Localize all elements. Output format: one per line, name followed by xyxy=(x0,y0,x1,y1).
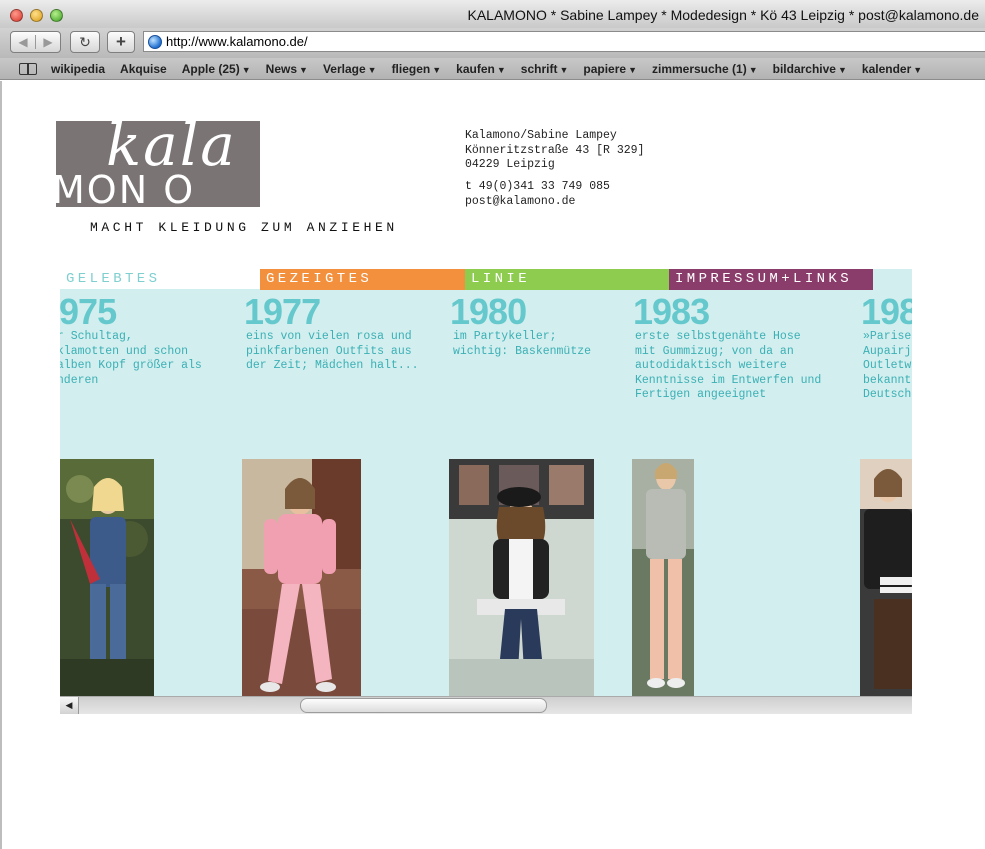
bookmark-label: kaufen xyxy=(456,61,495,76)
forward-arrow-icon[interactable]: ▶ xyxy=(36,35,60,49)
timeline-year: 1975 xyxy=(60,291,117,332)
timeline-year: 198 xyxy=(861,291,912,332)
plus-icon: + xyxy=(116,32,126,51)
bookmark-label: schrift xyxy=(520,61,558,76)
dropdown-arrow-icon: ▼ xyxy=(496,64,506,75)
timeline-description: eins von vielen rosa und pinkfarbenen Ou… xyxy=(246,330,419,372)
reload-icon: ↻ xyxy=(79,33,91,50)
timeline-description: er Schultag, sklamotten und schon halben… xyxy=(60,330,202,387)
bookmarks-book-icon[interactable] xyxy=(19,62,37,75)
browser-toolbar: ◀ ▶ ↻ + http://www.kalamono.de/ xyxy=(0,28,985,58)
bookmark-item[interactable]: papiere ▼ xyxy=(583,62,637,76)
bookmark-item[interactable]: Apple (25) ▼ xyxy=(182,62,251,76)
tab-gelebtes[interactable]: GELEBTES xyxy=(60,269,260,290)
tab-impressum-links[interactable]: IMPRESSUM+LINKS xyxy=(669,269,873,290)
bookmark-label: zimmersuche (1) xyxy=(651,61,747,76)
timeline-photo-1980[interactable] xyxy=(449,459,594,696)
tab-bar-filler xyxy=(873,269,912,290)
dropdown-arrow-icon: ▼ xyxy=(748,64,758,75)
bookmark-label: bildarchive xyxy=(772,61,836,76)
window-title: KALAMONO * Sabine Lampey * Modedesign * … xyxy=(467,7,979,23)
bookmark-item[interactable]: News ▼ xyxy=(266,62,308,76)
tagline: MACHT KLEIDUNG ZUM ANZIEHEN xyxy=(90,220,398,235)
globe-icon xyxy=(148,34,162,49)
timeline-photo-1983[interactable] xyxy=(632,459,694,696)
horizontal-scrollbar[interactable]: ◀ xyxy=(60,696,912,714)
timeline-year: 1983 xyxy=(633,291,710,332)
add-bookmark-button[interactable]: + xyxy=(107,31,135,53)
timeline-panel[interactable]: 1975 er Schultag, sklamotten und schon h… xyxy=(60,290,912,697)
contact-info[interactable]: t 49(0)341 33 749 085 post@kalamono.de xyxy=(465,180,610,209)
timeline-description: im Partykeller; wichtig: Baskenmütze xyxy=(453,330,592,358)
timeline-photo-1977[interactable] xyxy=(242,459,361,696)
timeline-year: 1977 xyxy=(244,291,321,332)
timeline-description: »Parise Aupairj Outletw bekannt Deutsch xyxy=(863,330,912,401)
minimize-window-button[interactable] xyxy=(30,9,43,22)
scroll-thumb[interactable] xyxy=(300,698,547,713)
bookmark-item[interactable]: kaufen ▼ xyxy=(456,62,506,76)
back-forward-group: ◀ ▶ xyxy=(10,31,61,53)
bookmark-label: Verlage xyxy=(322,61,366,76)
back-arrow-icon[interactable]: ◀ xyxy=(11,35,36,49)
kalamono-logo[interactable]: kala MON O xyxy=(56,121,260,207)
section-tabs: GELEBTES GEZEIGTES LINIE IMPRESSUM+LINKS xyxy=(60,269,912,290)
dropdown-arrow-icon: ▼ xyxy=(628,64,637,75)
dropdown-arrow-icon: ▼ xyxy=(559,64,569,75)
bookmark-label: kalender xyxy=(861,61,912,76)
web-page: kala MON O MACHT KLEIDUNG ZUM ANZIEHEN K… xyxy=(0,81,985,849)
bookmarks-bar: wikipedia Akquise Apple (25) ▼ News ▼ Verlage ▼… xyxy=(0,58,985,80)
postal-address: Kalamono/Sabine Lampey Könneritzstraße 4… xyxy=(465,129,645,171)
timeline-photo-198x[interactable] xyxy=(860,459,912,696)
bookmark-item[interactable]: fliegen ▼ xyxy=(392,62,442,76)
dropdown-arrow-icon: ▼ xyxy=(837,64,847,75)
bookmark-label: wikipedia xyxy=(51,61,106,76)
timeline-description: erste selbstgenähte Hose mit Gummizug; v… xyxy=(635,330,822,401)
reload-button[interactable]: ↻ xyxy=(70,31,100,53)
dropdown-arrow-icon: ▼ xyxy=(299,64,308,75)
bookmark-label: Apple (25) xyxy=(181,61,240,76)
bookmark-item[interactable]: bildarchive ▼ xyxy=(773,62,847,76)
bookmark-label: papiere xyxy=(583,61,627,76)
timeline-year: 1980 xyxy=(450,291,527,332)
window-titlebar: KALAMONO * Sabine Lampey * Modedesign * … xyxy=(0,0,985,28)
timeline-photo-1975[interactable] xyxy=(60,459,154,696)
tab-gezeigtes[interactable]: GEZEIGTES xyxy=(260,269,465,290)
bookmark-label: fliegen xyxy=(391,61,431,76)
bookmark-item[interactable]: zimmersuche (1) ▼ xyxy=(652,62,758,76)
close-window-button[interactable] xyxy=(10,9,23,22)
tab-linie[interactable]: LINIE xyxy=(465,269,669,290)
bookmark-item[interactable]: wikipedia xyxy=(51,62,105,76)
bookmark-label: News xyxy=(265,61,298,76)
bookmark-item[interactable]: Verlage ▼ xyxy=(323,62,377,76)
dropdown-arrow-icon: ▼ xyxy=(432,64,442,75)
bookmark-item[interactable]: Akquise xyxy=(120,62,167,76)
bookmark-label: Akquise xyxy=(120,61,167,76)
scroll-left-arrow-icon[interactable]: ◀ xyxy=(60,697,79,714)
dropdown-arrow-icon: ▼ xyxy=(913,64,923,75)
bookmark-item[interactable]: kalender ▼ xyxy=(862,62,922,76)
zoom-window-button[interactable] xyxy=(50,9,63,22)
dropdown-arrow-icon: ▼ xyxy=(241,64,251,75)
dropdown-arrow-icon: ▼ xyxy=(367,64,377,75)
logo-block-text: MON O xyxy=(56,168,196,207)
address-bar[interactable]: http://www.kalamono.de/ xyxy=(143,31,985,52)
url-text[interactable]: http://www.kalamono.de/ xyxy=(166,34,308,49)
bookmark-item[interactable]: schrift ▼ xyxy=(521,62,569,76)
